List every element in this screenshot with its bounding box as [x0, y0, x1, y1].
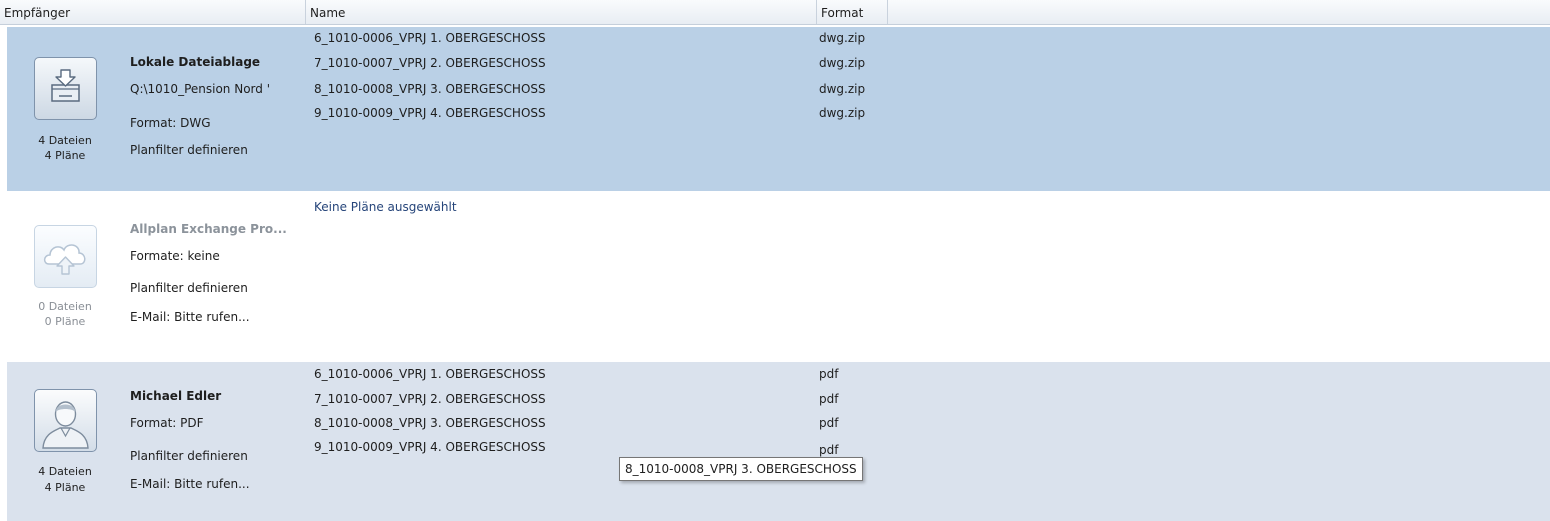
file-name-tooltip: 8_1010-0008_VPRJ 3. OBERGESCHOSS: [619, 457, 863, 481]
file-name[interactable]: 6_1010-0006_VPRJ 1. OBERGESCHOSS: [314, 366, 546, 382]
file-name[interactable]: 9_1010-0009_VPRJ 4. OBERGESCHOSS: [314, 105, 546, 121]
file-name[interactable]: 9_1010-0009_VPRJ 4. OBERGESCHOSS: [314, 439, 546, 455]
recipient-title: Michael Edler: [130, 389, 222, 403]
column-header-name[interactable]: Name: [306, 0, 817, 24]
file-name[interactable]: 6_1010-0006_VPRJ 1. OBERGESCHOSS: [314, 30, 546, 46]
file-format: pdf: [819, 416, 839, 430]
file-name[interactable]: 8_1010-0008_VPRJ 3. OBERGESCHOSS: [314, 415, 546, 431]
file-name[interactable]: 8_1010-0008_VPRJ 3. OBERGESCHOSS: [314, 81, 546, 97]
no-plans-message: Keine Pläne ausgewählt: [314, 200, 457, 214]
files-count: 4 Dateien: [38, 465, 92, 478]
recipient-row-local-storage[interactable]: 4 Dateien 4 Pläne Lokale Dateiablage Q:\…: [7, 27, 1550, 191]
column-header-format[interactable]: Format: [817, 0, 888, 24]
file-format: dwg.zip: [819, 82, 866, 96]
plan-filter-link[interactable]: Planfilter definieren: [130, 448, 248, 464]
file-format: pdf: [819, 392, 839, 406]
recipient-format: Format: DWG: [130, 116, 211, 130]
plan-filter-link[interactable]: Planfilter definieren: [130, 142, 248, 158]
recipient-format: Format: PDF: [130, 416, 204, 430]
file-name[interactable]: 7_1010-0007_VPRJ 2. OBERGESCHOSS: [314, 55, 546, 71]
column-header: Empfänger Name Format: [0, 0, 1550, 25]
cloud-upload-icon[interactable]: [34, 225, 97, 288]
folder-download-icon[interactable]: [34, 57, 97, 120]
file-format: pdf: [819, 367, 839, 381]
recipient-email[interactable]: E-Mail: Bitte rufen...: [130, 476, 250, 492]
recipient-title: Allplan Exchange Pro...: [130, 222, 287, 236]
file-name[interactable]: 7_1010-0007_VPRJ 2. OBERGESCHOSS: [314, 391, 546, 407]
recipient-row-michael-edler[interactable]: 4 Dateien 4 Pläne Michael Edler Format: …: [7, 362, 1550, 521]
plans-count: 4 Pläne: [44, 481, 86, 494]
plans-count: 0 Pläne: [44, 315, 86, 328]
recipient-title: Lokale Dateiablage: [130, 55, 261, 69]
recipient-path: Q:\1010_Pension Nord ': [130, 82, 270, 96]
plans-count: 4 Pläne: [44, 149, 86, 162]
plan-filter-link[interactable]: Planfilter definieren: [130, 280, 248, 296]
file-format: dwg.zip: [819, 106, 866, 120]
column-header-recipient[interactable]: Empfänger: [0, 0, 306, 24]
recipient-email[interactable]: E-Mail: Bitte rufen...: [130, 309, 250, 325]
file-format: dwg.zip: [819, 56, 866, 70]
recipient-format: Formate: keine: [130, 249, 220, 263]
file-format: pdf: [819, 443, 839, 457]
file-format: dwg.zip: [819, 31, 866, 45]
user-avatar-icon[interactable]: [34, 389, 97, 452]
recipient-row-allplan-exchange[interactable]: 0 Dateien 0 Pläne Allplan Exchange Pro..…: [7, 193, 1550, 362]
files-count: 0 Dateien: [38, 300, 92, 313]
files-count: 4 Dateien: [38, 134, 92, 147]
